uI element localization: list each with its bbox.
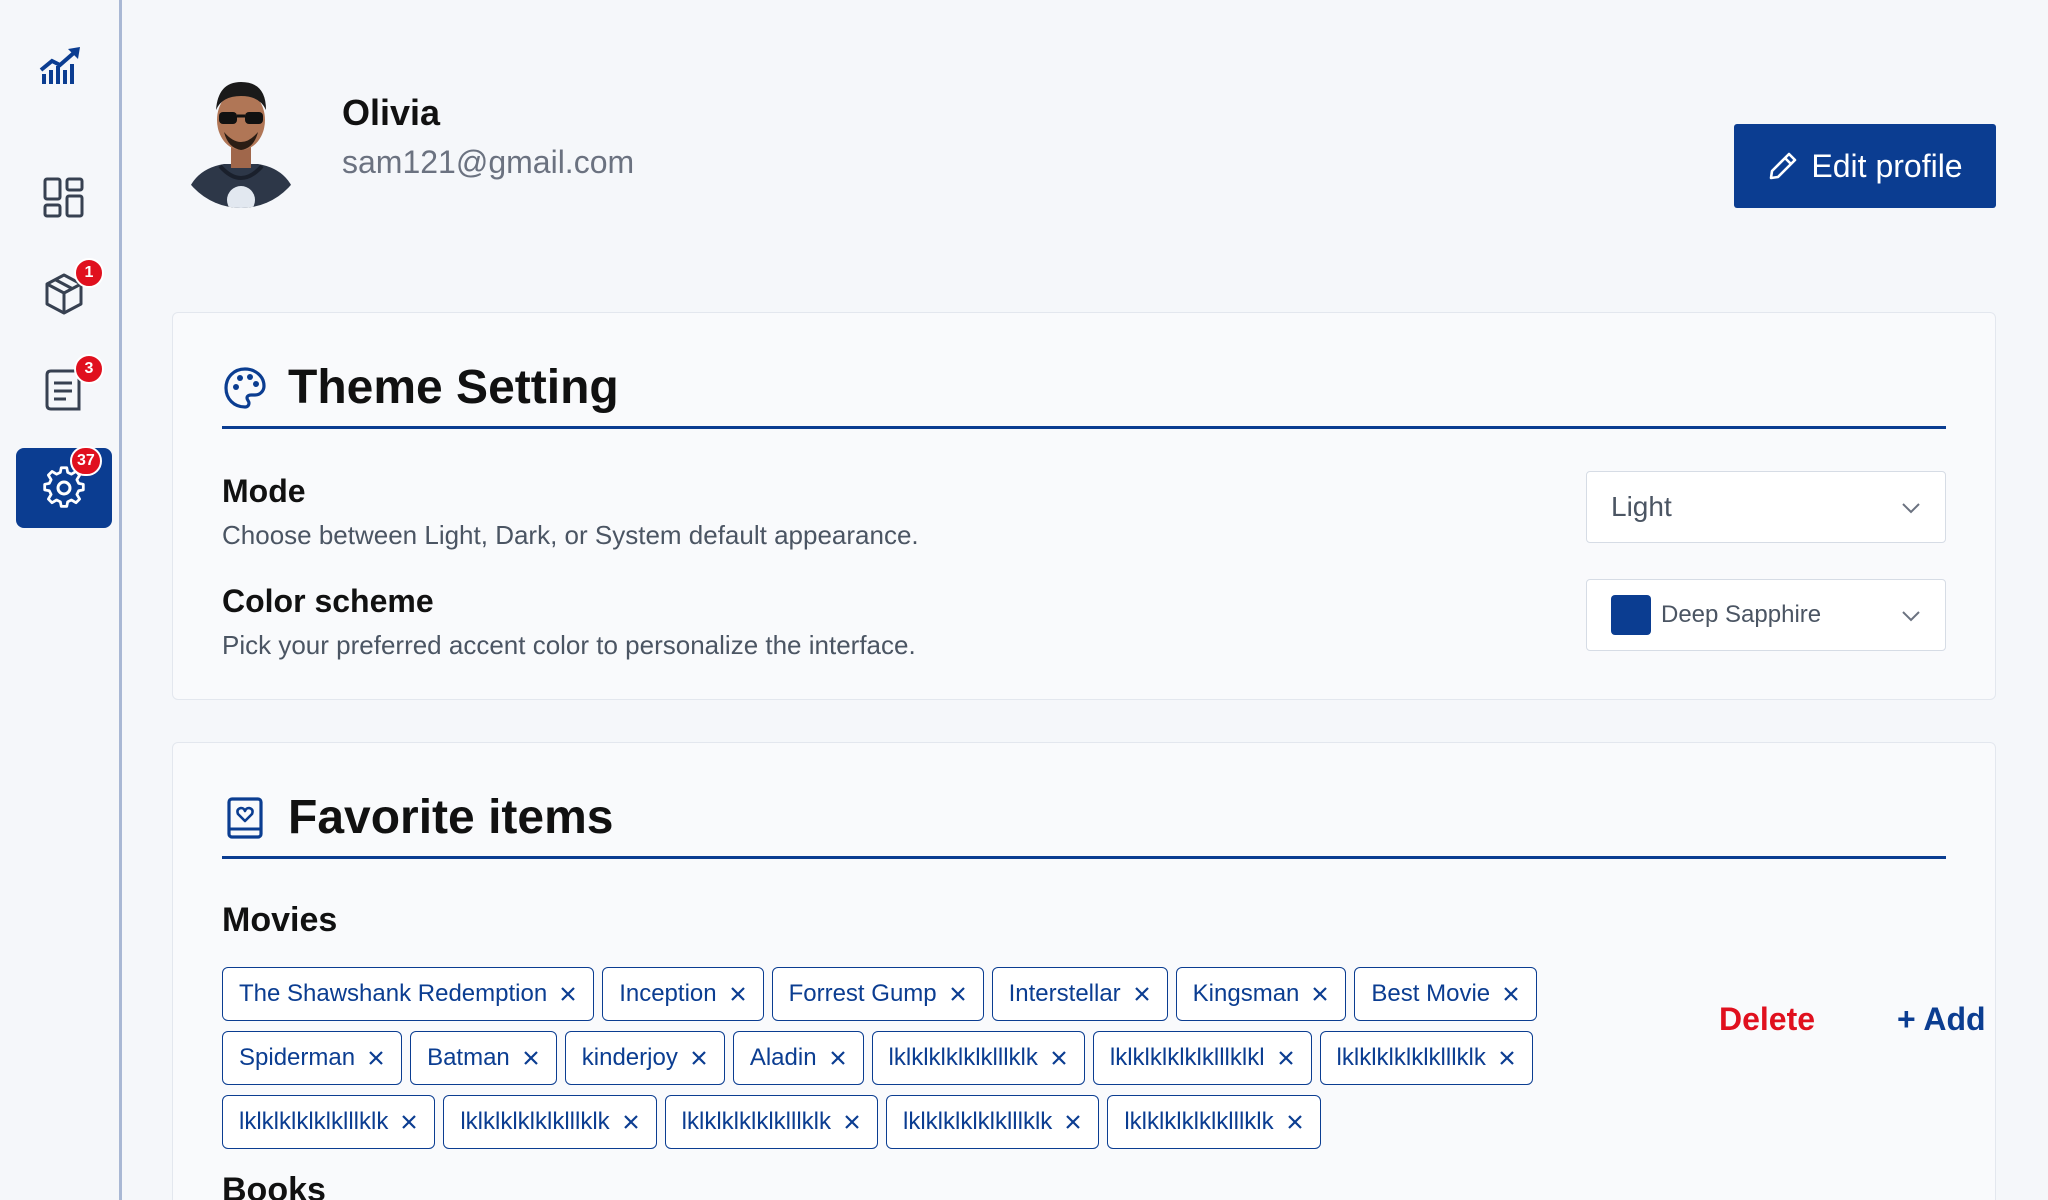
remove-chip-icon[interactable] (1498, 1049, 1516, 1067)
chip-row: The Shawshank Redemption Inception Forrest… (222, 967, 1622, 1021)
remove-chip-icon[interactable] (522, 1049, 540, 1067)
sidebar-item-settings[interactable]: 37 (16, 446, 112, 528)
movie-chip-label: lklklklklklklllklk (239, 1108, 389, 1135)
movie-chip-label: lklklklklklklllklk (681, 1108, 831, 1135)
movie-chip-label: lklklklklklklllklk (888, 1044, 1038, 1071)
movie-chip[interactable]: lklklklklklklllklk (871, 1031, 1085, 1085)
movie-chip-label: Forrest Gump (788, 980, 937, 1007)
mode-setting-row: Mode Choose between Light, Dark, or Syst… (222, 471, 1946, 573)
movie-chip[interactable]: lklklklklklklllklk (885, 1095, 1100, 1149)
movie-chip[interactable]: kinderjoy (564, 1031, 725, 1085)
remove-chip-icon[interactable] (1286, 1113, 1304, 1131)
edit-profile-label: Edit profile (1811, 147, 1963, 184)
color-scheme-row: Color scheme Pick your preferred accent … (222, 579, 1946, 683)
profile-name: Olivia (342, 92, 441, 133)
books-label: Books (222, 1171, 326, 1200)
movies-label: Movies (222, 901, 338, 939)
profile-info: Olivia sam121@gmail.com (342, 92, 634, 181)
color-swatch (1611, 595, 1651, 635)
movie-chip[interactable]: Spiderman (222, 1031, 403, 1085)
remove-chip-icon[interactable] (690, 1049, 708, 1067)
chip-row: lklklklklklklllklk lklklklklklklllklk lklk… (222, 1095, 1622, 1149)
remove-chip-icon[interactable] (843, 1113, 861, 1131)
movie-chip[interactable]: lklklklklklklllklk (443, 1095, 657, 1149)
profile-email: sam121@gmail.com (342, 144, 635, 180)
theme-setting-title: Theme Setting (288, 361, 619, 414)
movie-chip-label: Kingsman (1192, 980, 1300, 1007)
favorite-items-header: Favorite items (222, 779, 1946, 859)
movie-chip[interactable]: lklklklklklklllklk (1107, 1095, 1321, 1149)
main-content: Olivia sam121@gmail.com Edit profile The… (122, 0, 2048, 1200)
chevron-down-icon (1902, 611, 1920, 622)
movie-chip[interactable]: Inception (602, 967, 764, 1021)
sidebar-item-dashboard[interactable] (16, 158, 112, 238)
mode-select[interactable]: Light (1586, 471, 1946, 543)
favorite-items-card: Favorite items Movies The Shawshank Rede… (172, 742, 1996, 1200)
favorite-book-icon (227, 796, 263, 839)
color-scheme-select[interactable]: Deep Sapphire (1586, 579, 1946, 651)
movie-chip-label: Aladin (749, 1044, 817, 1071)
chevron-down-icon (1902, 503, 1920, 514)
color-scheme-value: Deep Sapphire (1661, 601, 1822, 628)
documents-badge: 3 (74, 354, 104, 384)
add-button[interactable]: + Add (1897, 1001, 1986, 1038)
theme-setting-card: Theme Setting Mode Choose between Light,… (172, 312, 1996, 700)
edit-profile-button[interactable]: Edit profile (1734, 124, 1996, 208)
movie-chip-label: kinderjoy (581, 1044, 678, 1071)
settings-badge: 37 (70, 446, 102, 476)
movie-chip-label: Spiderman (239, 1044, 356, 1071)
movie-chip[interactable]: Forrest Gump (771, 967, 984, 1021)
movie-chip[interactable]: Interstellar (991, 967, 1168, 1021)
delete-button[interactable]: Delete (1719, 1001, 1815, 1038)
movie-chip[interactable]: Aladin (732, 1031, 864, 1085)
remove-chip-icon[interactable] (367, 1049, 385, 1067)
remove-chip-icon[interactable] (829, 1049, 847, 1067)
chip-row: Spiderman Batman kinderjoy Aladin lklklklklk… (222, 1031, 1622, 1085)
movie-chip-label: lklklklklklklllklkl (1109, 1044, 1265, 1071)
movie-chip-label: lklklklklklklllklk (1336, 1044, 1486, 1071)
remove-chip-icon[interactable] (949, 985, 967, 1003)
remove-chip-icon[interactable] (1050, 1049, 1068, 1067)
remove-chip-icon[interactable] (400, 1113, 418, 1131)
movie-chip-label: lklklklklklklllklk (902, 1108, 1053, 1135)
theme-setting-header: Theme Setting (222, 349, 1946, 429)
movie-chip[interactable]: The Shawshank Redemption (222, 967, 595, 1021)
movie-chip[interactable]: lklklklklklklllklk (222, 1095, 436, 1149)
movies-chip-list: The Shawshank Redemption Inception Forrest… (222, 967, 1622, 1159)
remove-chip-icon[interactable] (1311, 985, 1329, 1003)
dashboard-grid-icon (43, 177, 84, 218)
favorite-items-title: Favorite items (288, 791, 614, 844)
mode-select-value: Light (1611, 491, 1672, 522)
movie-chip-label: Batman (427, 1044, 510, 1071)
sidebar: 1 3 37 (0, 0, 122, 1200)
avatar[interactable] (174, 70, 308, 208)
remove-chip-icon[interactable] (729, 985, 747, 1003)
movie-chip[interactable]: Batman (410, 1031, 557, 1085)
remove-chip-icon[interactable] (622, 1113, 640, 1131)
movie-chip-label: Interstellar (1008, 980, 1121, 1007)
packages-badge: 1 (74, 258, 104, 288)
movie-chip-label: Best Movie (1371, 980, 1491, 1007)
movie-chip-label: lklklklklklklllklk (460, 1108, 610, 1135)
remove-chip-icon[interactable] (1502, 985, 1520, 1003)
movie-chip-label: Inception (619, 980, 717, 1007)
movie-chip[interactable]: lklklklklklklllklkl (1092, 1031, 1312, 1085)
remove-chip-icon[interactable] (1064, 1113, 1082, 1131)
movie-chip[interactable]: Best Movie (1354, 967, 1538, 1021)
pencil-icon (1770, 152, 1797, 180)
app-logo-icon[interactable] (38, 44, 84, 90)
movie-chip-label: lklklklklklklllklk (1124, 1108, 1274, 1135)
remove-chip-icon[interactable] (1133, 985, 1151, 1003)
movie-chip[interactable]: lklklklklklklllklk (1319, 1031, 1533, 1085)
movie-chip[interactable]: lklklklklklklllklk (664, 1095, 878, 1149)
movie-chip-label: The Shawshank Redemption (239, 980, 548, 1007)
remove-chip-icon[interactable] (1277, 1049, 1295, 1067)
sidebar-item-packages[interactable]: 1 (16, 254, 112, 334)
palette-icon (224, 366, 266, 409)
sidebar-item-documents[interactable]: 3 (16, 350, 112, 430)
profile-header: Olivia sam121@gmail.com (174, 70, 634, 208)
remove-chip-icon[interactable] (559, 985, 577, 1003)
movie-chip[interactable]: Kingsman (1175, 967, 1347, 1021)
